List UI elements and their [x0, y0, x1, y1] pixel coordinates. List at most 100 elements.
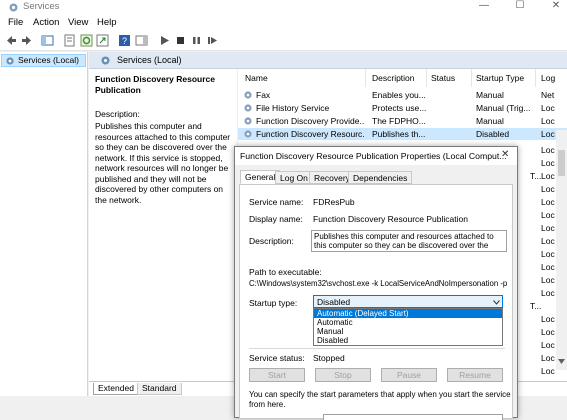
back-icon[interactable]	[5, 34, 18, 47]
startup-option-disabled[interactable]: Disabled	[314, 336, 502, 345]
menu-view[interactable]: View	[68, 17, 88, 28]
export-list-icon[interactable]	[96, 34, 109, 47]
show-hide-pane-icon[interactable]	[135, 34, 148, 47]
path-value: C:\Windows\system32\svchost.exe -k Local…	[249, 279, 508, 288]
description-line: Publishes this computer and	[95, 121, 202, 131]
service-name-label: Service name:	[249, 197, 304, 207]
help-icon[interactable]: ?	[118, 34, 131, 47]
stop-button[interactable]: Stop	[315, 368, 371, 382]
maximize-button[interactable]: ☐	[510, 0, 530, 14]
description-line: network resources will no longer be	[95, 163, 229, 173]
row-log-on: Loc	[541, 236, 555, 246]
scroll-down-icon[interactable]	[558, 358, 565, 365]
menu-help[interactable]: Help	[97, 17, 117, 28]
row-log-on: Loc	[541, 262, 555, 272]
row-log-on: Loc	[541, 197, 555, 207]
row-log-on: Loc	[541, 314, 555, 324]
column-header-name[interactable]: Name	[245, 73, 268, 83]
forward-icon[interactable]	[20, 34, 33, 47]
pause-service-icon[interactable]	[190, 34, 203, 47]
tab-standard[interactable]: Standard	[137, 383, 182, 395]
start-parameters-hint: You can specify the start parameters tha…	[249, 390, 511, 410]
service-gear-icon	[244, 117, 252, 125]
startup-type-selected: Disabled	[317, 297, 351, 307]
row-log-on: Loc	[541, 116, 555, 126]
table-row[interactable]: Function Discovery Provide... The FDPHO.…	[238, 115, 567, 127]
hint-line: You can specify the start parameters tha…	[249, 390, 511, 399]
table-row[interactable]: Fax Enables you... Manual Net	[238, 89, 567, 101]
column-header-status[interactable]: Status	[431, 73, 455, 83]
row-description-partial: T...	[530, 301, 542, 311]
properties-dialog: Function Discovery Resource Publication …	[234, 146, 518, 420]
column-header-description[interactable]: Description	[372, 73, 415, 83]
description-panel: Function Discovery Resource Publication …	[89, 69, 237, 381]
description-line: this computer so they can be discovered …	[314, 241, 489, 250]
services-header-label: Services (Local)	[117, 55, 182, 65]
table-row-selected[interactable]: Function Discovery Resourc... Publishes …	[238, 128, 567, 140]
row-log-on: Loc	[541, 275, 555, 285]
console-tree-icon[interactable]	[41, 34, 54, 47]
row-log-on: Loc	[541, 288, 555, 298]
dialog-close-button[interactable]: ✕	[501, 149, 509, 160]
menu-bar: File Action View Help	[0, 15, 567, 31]
chevron-down-icon	[493, 300, 500, 305]
tab-log-on[interactable]: Log On	[275, 171, 313, 184]
row-log-on: Loc	[541, 223, 555, 233]
restart-service-icon[interactable]	[206, 34, 219, 47]
list-vertical-scrollbar[interactable]	[556, 130, 567, 370]
startup-option-manual[interactable]: Manual	[314, 327, 502, 336]
row-startup-type: Manual	[476, 90, 504, 100]
row-log-on: Loc	[541, 171, 555, 181]
startup-option-automatic[interactable]: Automatic	[314, 318, 502, 327]
minimize-button[interactable]: —	[474, 0, 494, 14]
row-description: The FDPHO...	[372, 116, 426, 126]
row-log-on: Loc	[541, 327, 555, 337]
description-line: so they can be discovered over the	[95, 142, 227, 152]
row-log-on: Loc	[541, 210, 555, 220]
service-status-label: Service status:	[249, 353, 305, 363]
dialog-title-bar: Function Discovery Resource Publication …	[235, 147, 517, 165]
stop-service-icon[interactable]	[174, 34, 187, 47]
row-log-on: Loc	[541, 103, 555, 113]
tree-item-services-local[interactable]: Services (Local)	[1, 54, 86, 67]
description-line: published and they will not be	[95, 173, 207, 184]
refresh-icon[interactable]	[80, 34, 93, 47]
tree-item-label: Services (Local)	[18, 55, 79, 65]
properties-icon[interactable]	[63, 34, 76, 47]
row-log-on: Net	[541, 90, 555, 100]
start-service-icon[interactable]	[158, 34, 171, 47]
description-label: Description:	[249, 236, 294, 246]
tab-dependencies[interactable]: Dependencies	[348, 171, 413, 184]
menu-file[interactable]: File	[8, 17, 23, 28]
title-bar: Services — ☐ ✕	[0, 0, 567, 15]
startup-type-select[interactable]: Disabled	[313, 295, 503, 308]
description-textbox[interactable]: Publishes this computer and resources at…	[311, 230, 507, 252]
startup-option-automatic-delayed[interactable]: Automatic (Delayed Start)	[314, 309, 502, 318]
start-button[interactable]: Start	[249, 368, 305, 382]
display-name-label: Display name:	[249, 214, 303, 224]
menu-action[interactable]: Action	[33, 17, 59, 28]
path-label: Path to executable:	[249, 267, 322, 277]
service-gear-icon	[244, 91, 252, 99]
scrollbar-thumb[interactable]	[558, 150, 565, 176]
resume-button[interactable]: Resume	[447, 368, 503, 382]
row-log-on: Loc	[541, 249, 555, 259]
table-row[interactable]: File History Service Protects use... Man…	[238, 102, 567, 114]
tab-extended[interactable]: Extended	[93, 383, 139, 395]
description-line: discovered by other computers on	[95, 184, 224, 194]
divider	[249, 348, 505, 349]
row-log-on: Loc	[541, 366, 555, 376]
service-gear-icon	[244, 104, 252, 112]
description-text: Publishes this computer and resources at…	[95, 121, 240, 205]
start-parameters-input[interactable]	[323, 414, 503, 420]
console-tree-pane: Services (Local)	[0, 52, 88, 412]
pause-button[interactable]: Pause	[381, 368, 437, 382]
services-gear-icon	[101, 56, 110, 65]
services-header: Services (Local)	[89, 52, 567, 69]
row-startup-type: Disabled	[476, 129, 510, 139]
selected-service-title: Function Discovery Resource Publication	[95, 74, 215, 95]
column-header-startup-type[interactable]: Startup Type	[476, 73, 524, 83]
column-header-log-on[interactable]: Log	[541, 73, 555, 83]
close-window-button[interactable]: ✕	[546, 0, 566, 14]
row-description-partial: T...	[530, 171, 542, 181]
